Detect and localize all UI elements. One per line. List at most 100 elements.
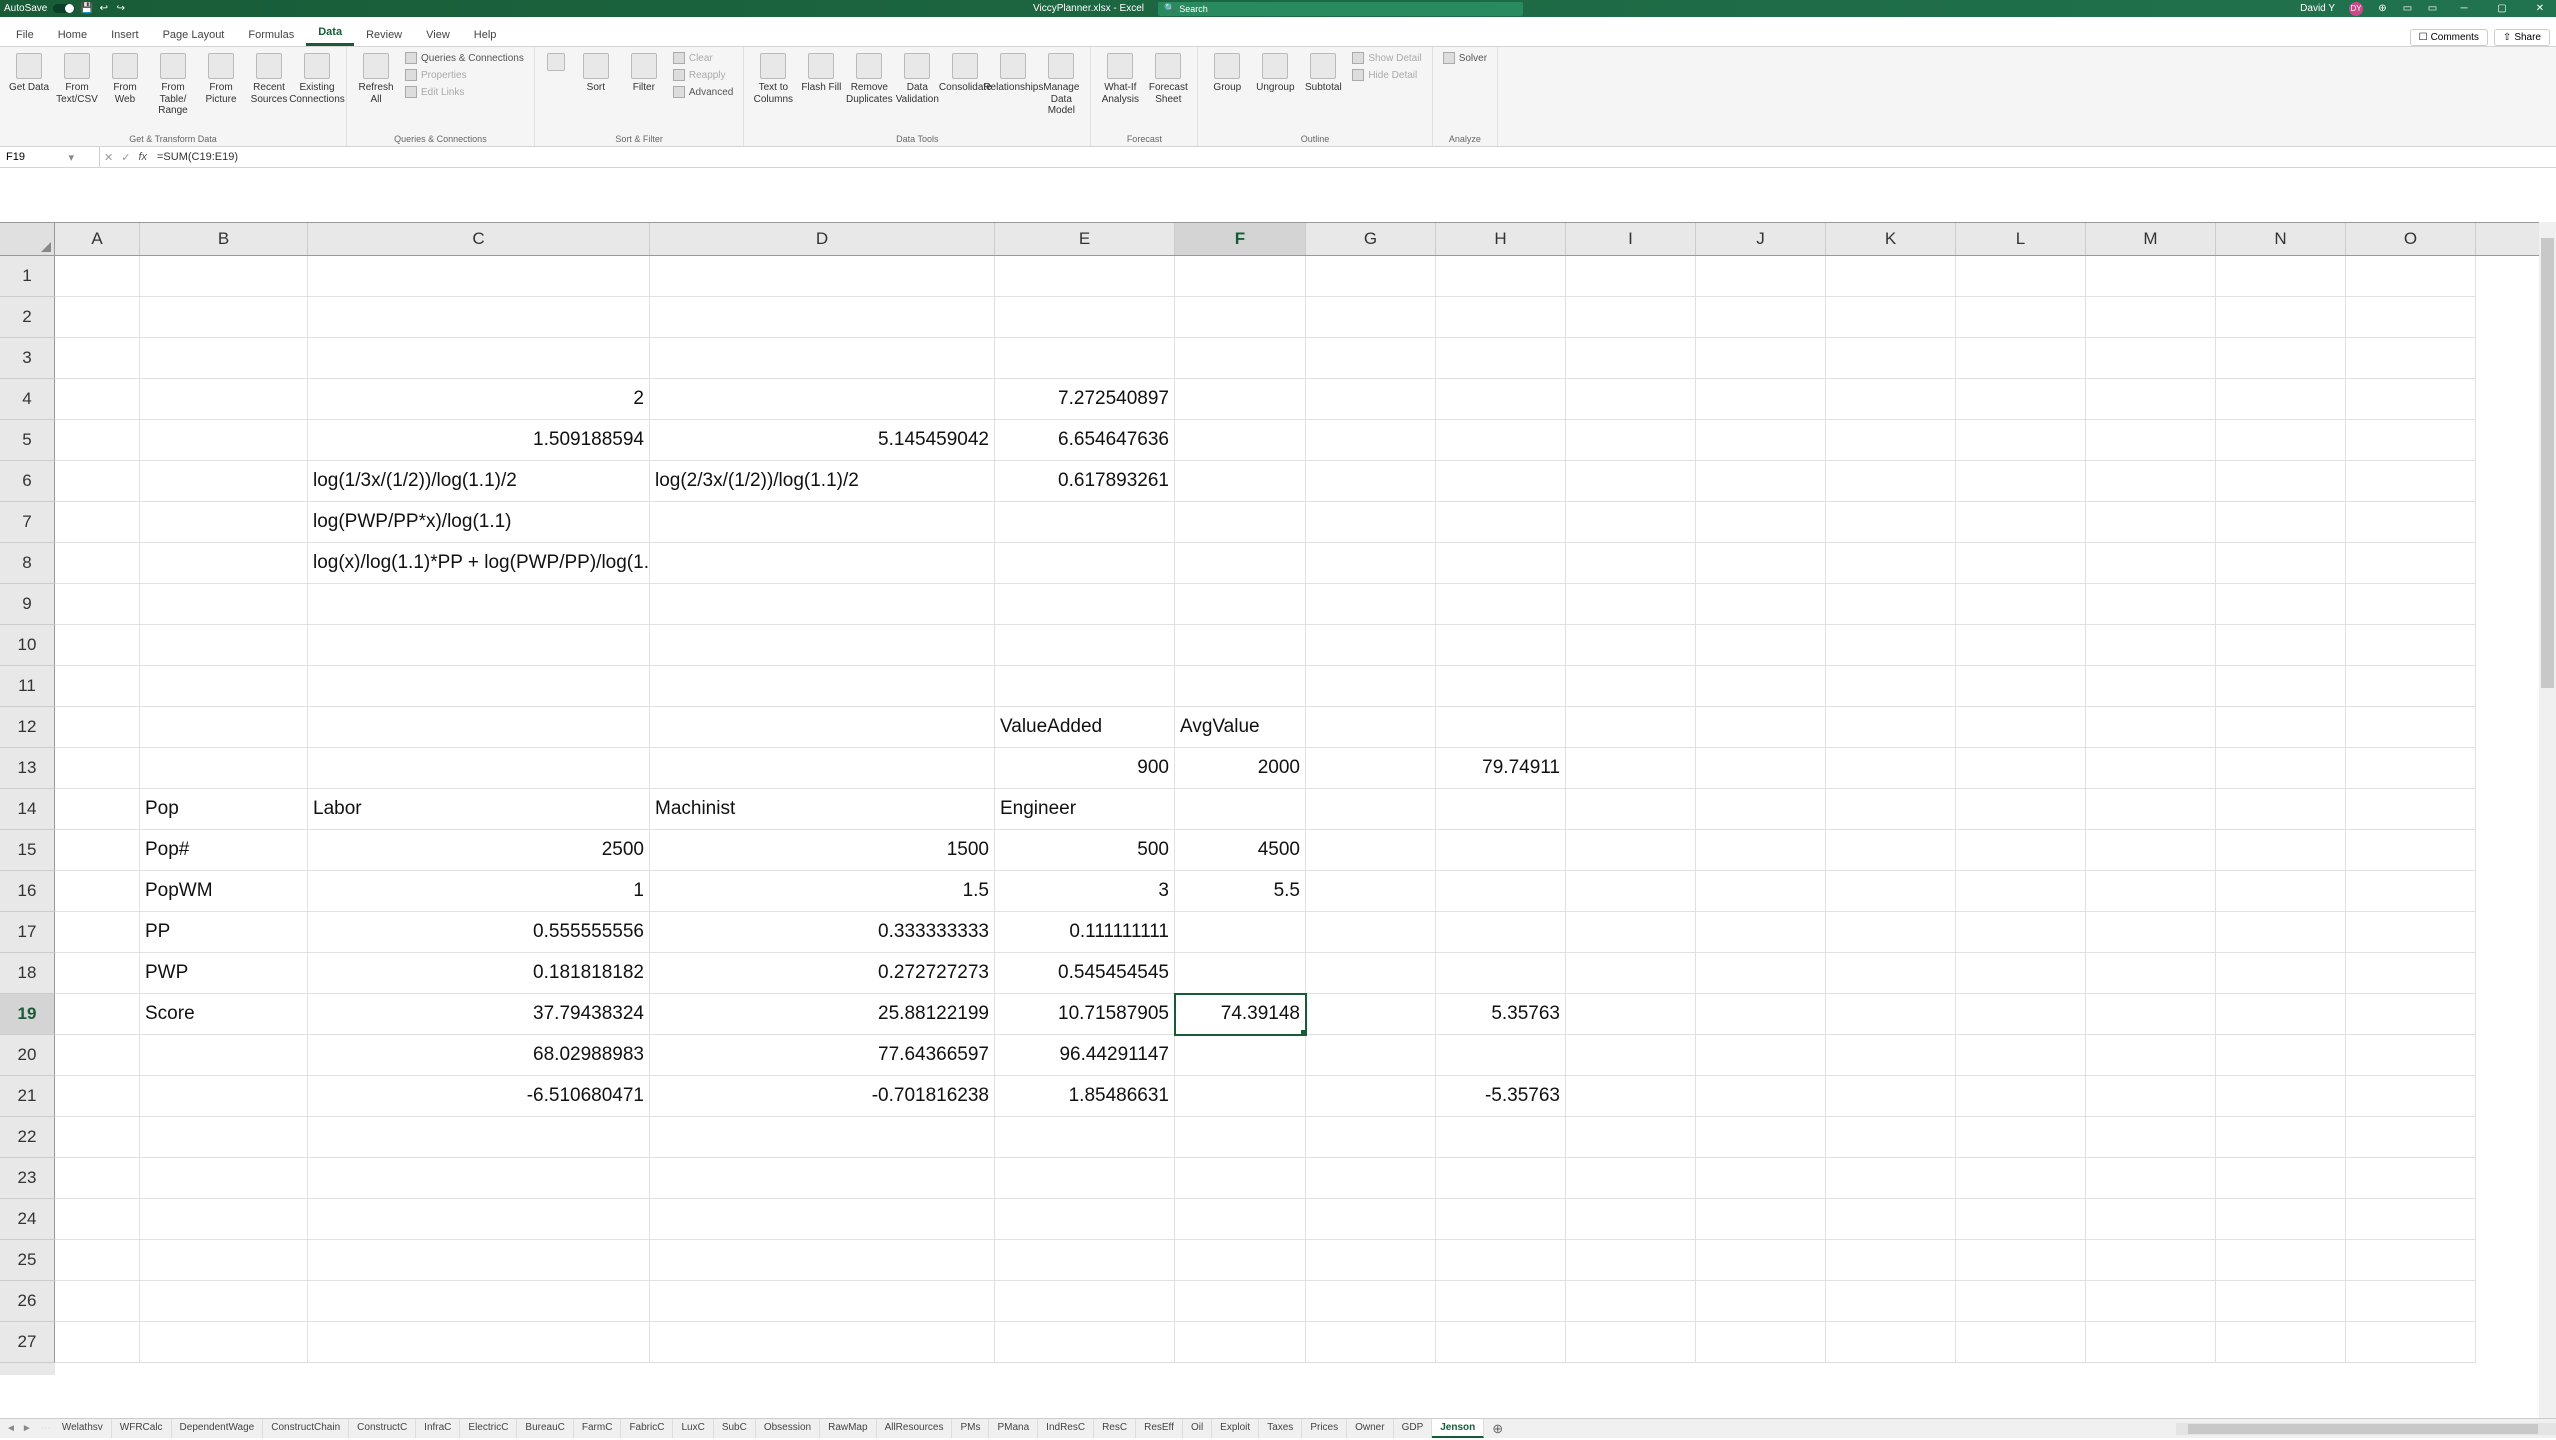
cell-E15[interactable]: 500 [995,830,1175,871]
cell-F8[interactable] [1175,543,1306,584]
cell-A9[interactable] [55,584,140,625]
cell-E12[interactable]: ValueAdded [995,707,1175,748]
cell-K7[interactable] [1826,502,1956,543]
cell-A19[interactable] [55,994,140,1035]
cell-O2[interactable] [2346,297,2476,338]
cell-G15[interactable] [1306,830,1436,871]
cell-L6[interactable] [1956,461,2086,502]
row-header-20[interactable]: 20 [0,1035,55,1076]
cell-I10[interactable] [1566,625,1696,666]
row-header-10[interactable]: 10 [0,625,55,666]
cell-E18[interactable]: 0.545454545 [995,953,1175,994]
cell-A18[interactable] [55,953,140,994]
cell-D19[interactable]: 25.88122199 [650,994,995,1035]
cell-E17[interactable]: 0.111111111 [995,912,1175,953]
cell-H9[interactable] [1436,584,1566,625]
cell-B5[interactable] [140,420,308,461]
cell-J1[interactable] [1696,256,1826,297]
cell-B24[interactable] [140,1199,308,1240]
sheet-tab-infrac[interactable]: InfraC [416,1419,460,1438]
recent-sources-button[interactable]: Recent Sources [246,50,292,108]
cell-D3[interactable] [650,338,995,379]
cell-I13[interactable] [1566,748,1696,789]
cell-G16[interactable] [1306,871,1436,912]
cell-B17[interactable]: PP [140,912,308,953]
cell-I26[interactable] [1566,1281,1696,1322]
text-to-columns-button[interactable]: Text to Columns [750,50,796,108]
cell-I2[interactable] [1566,297,1696,338]
column-header-D[interactable]: D [650,223,995,255]
cell-N7[interactable] [2216,502,2346,543]
cell-I1[interactable] [1566,256,1696,297]
cell-C27[interactable] [308,1322,650,1363]
tab-data[interactable]: Data [306,21,354,46]
sheet-tab-wfrcalc[interactable]: WFRCalc [112,1419,172,1438]
cell-E10[interactable] [995,625,1175,666]
cell-K14[interactable] [1826,789,1956,830]
sync-icon[interactable]: ⊕ [2377,3,2388,14]
cell-I8[interactable] [1566,543,1696,584]
column-header-G[interactable]: G [1306,223,1436,255]
cell-A1[interactable] [55,256,140,297]
cell-D5[interactable]: 5.145459042 [650,420,995,461]
cell-J13[interactable] [1696,748,1826,789]
cell-G27[interactable] [1306,1322,1436,1363]
cell-D22[interactable] [650,1117,995,1158]
row-header-21[interactable]: 21 [0,1076,55,1117]
cell-L10[interactable] [1956,625,2086,666]
cell-H1[interactable] [1436,256,1566,297]
sheet-scroll-right-icon[interactable]: ► [22,1423,32,1434]
cell-K9[interactable] [1826,584,1956,625]
cell-D21[interactable]: -0.701816238 [650,1076,995,1117]
cell-M6[interactable] [2086,461,2216,502]
cell-H25[interactable] [1436,1240,1566,1281]
cell-E24[interactable] [995,1199,1175,1240]
cell-K2[interactable] [1826,297,1956,338]
cell-E23[interactable] [995,1158,1175,1199]
what-if-button[interactable]: What-If Analysis [1097,50,1143,108]
cell-H3[interactable] [1436,338,1566,379]
cell-L21[interactable] [1956,1076,2086,1117]
cell-B13[interactable] [140,748,308,789]
cell-K12[interactable] [1826,707,1956,748]
cell-E25[interactable] [995,1240,1175,1281]
cell-C1[interactable] [308,256,650,297]
cell-L26[interactable] [1956,1281,2086,1322]
column-header-N[interactable]: N [2216,223,2346,255]
cell-J12[interactable] [1696,707,1826,748]
cell-N24[interactable] [2216,1199,2346,1240]
cell-E22[interactable] [995,1117,1175,1158]
cell-J4[interactable] [1696,379,1826,420]
cell-E6[interactable]: 0.617893261 [995,461,1175,502]
cell-E7[interactable] [995,502,1175,543]
cell-M12[interactable] [2086,707,2216,748]
column-header-H[interactable]: H [1436,223,1566,255]
name-box[interactable]: F19▾ [0,147,100,167]
row-header-15[interactable]: 15 [0,830,55,871]
sheet-tab-owner[interactable]: Owner [1347,1419,1393,1438]
cell-F3[interactable] [1175,338,1306,379]
cell-M8[interactable] [2086,543,2216,584]
subtotal-button[interactable]: Subtotal [1300,50,1346,97]
cell-N25[interactable] [2216,1240,2346,1281]
select-all-button[interactable] [0,223,55,256]
cell-K22[interactable] [1826,1117,1956,1158]
cell-N18[interactable] [2216,953,2346,994]
row-header-27[interactable]: 27 [0,1322,55,1363]
cell-L1[interactable] [1956,256,2086,297]
column-header-C[interactable]: C [308,223,650,255]
cell-O8[interactable] [2346,543,2476,584]
sheet-tab-bureauc[interactable]: BureauC [517,1419,573,1438]
cell-B4[interactable] [140,379,308,420]
cell-E20[interactable]: 96.44291147 [995,1035,1175,1076]
cell-N12[interactable] [2216,707,2346,748]
cell-N23[interactable] [2216,1158,2346,1199]
cell-K4[interactable] [1826,379,1956,420]
sheet-tab-electricc[interactable]: ElectricC [460,1419,517,1438]
cell-M10[interactable] [2086,625,2216,666]
horizontal-scrollbar[interactable] [2176,1423,2556,1435]
cell-C9[interactable] [308,584,650,625]
cell-G23[interactable] [1306,1158,1436,1199]
cell-O27[interactable] [2346,1322,2476,1363]
cell-M21[interactable] [2086,1076,2216,1117]
